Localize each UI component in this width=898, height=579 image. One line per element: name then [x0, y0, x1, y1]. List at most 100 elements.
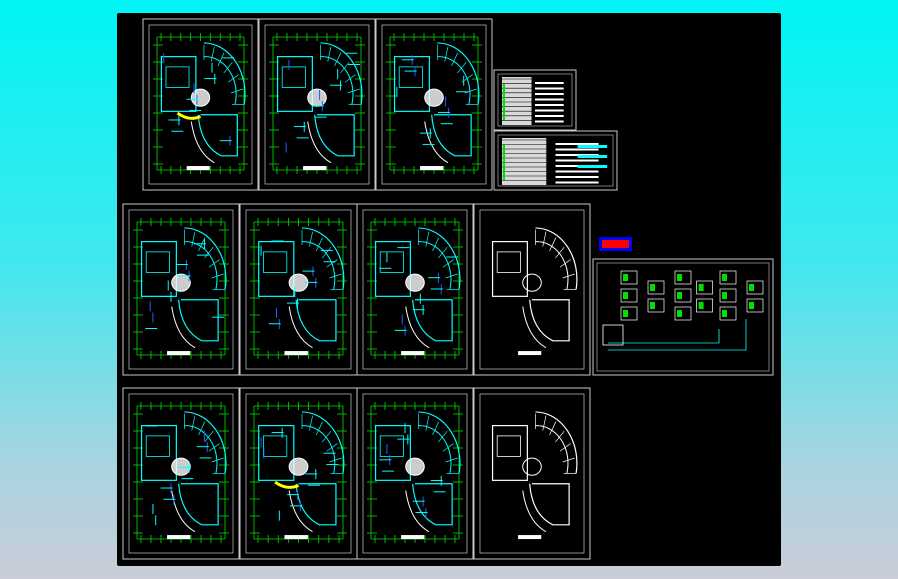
radial-wall	[562, 457, 575, 463]
note-line	[555, 176, 599, 178]
sheet-plan[interactable]	[239, 387, 358, 560]
round-room	[424, 88, 444, 107]
radial-wall	[321, 246, 332, 259]
drawing-sheets[interactable]	[117, 13, 781, 566]
title-block	[401, 535, 425, 540]
curved-wall	[405, 306, 430, 349]
title-block	[167, 351, 191, 356]
radial-wall	[559, 259, 571, 268]
note-line	[535, 93, 564, 95]
panel-symbol	[623, 292, 628, 299]
sheet-plan[interactable]	[473, 203, 591, 376]
note-line	[555, 159, 599, 162]
curved-wall	[418, 411, 461, 474]
radial-wall	[559, 443, 571, 452]
curved-wall	[307, 121, 332, 164]
sheet-plan[interactable]	[356, 203, 474, 376]
wing	[178, 299, 219, 342]
room	[281, 66, 306, 88]
bus-line	[608, 319, 747, 351]
radial-wall	[445, 457, 458, 463]
curved-wall	[535, 227, 578, 290]
legend-table	[502, 138, 547, 185]
room	[262, 251, 288, 273]
radial-wall	[321, 430, 332, 443]
inner-border	[596, 262, 770, 372]
room-block	[140, 425, 177, 481]
curved-wall	[320, 42, 363, 105]
radial-wall	[223, 61, 233, 74]
wing	[197, 114, 238, 157]
sheet-plan[interactable]	[122, 203, 240, 376]
title-block	[518, 535, 542, 540]
riser-diagram	[577, 155, 608, 158]
curved-wall	[437, 42, 480, 105]
radial-wall	[457, 61, 467, 74]
wing	[412, 483, 453, 526]
round-room	[405, 273, 425, 292]
room-block	[374, 425, 411, 481]
round-room	[171, 273, 191, 292]
radial-wall	[555, 246, 565, 259]
title-block	[186, 166, 210, 171]
note-line	[535, 98, 564, 101]
radial-wall	[347, 88, 360, 94]
radial-wall	[542, 415, 547, 431]
sheet-plan[interactable]	[142, 18, 259, 191]
title-block	[420, 166, 444, 171]
sheet-plan[interactable]	[239, 203, 358, 376]
panel-symbol	[749, 302, 754, 309]
sheet-plan[interactable]	[356, 387, 474, 560]
curved-wall	[522, 306, 547, 349]
highlighted-wire	[176, 111, 202, 120]
panel-symbol	[722, 274, 727, 281]
panel-symbol	[698, 302, 704, 309]
wing	[295, 299, 337, 342]
curved-wall	[184, 411, 227, 474]
wing	[431, 114, 472, 157]
cad-drawing-canvas[interactable]	[117, 13, 781, 566]
note-line	[555, 170, 599, 173]
radial-wall	[542, 231, 547, 247]
note-line	[535, 120, 564, 123]
sheet-plan[interactable]	[473, 387, 591, 560]
radial-wall	[204, 430, 214, 443]
radial-wall	[309, 415, 313, 431]
radial-wall	[438, 430, 448, 443]
radial-wall	[210, 46, 215, 62]
wing	[314, 114, 355, 157]
room	[398, 66, 423, 88]
sheet-table[interactable]	[493, 69, 577, 131]
room	[496, 435, 521, 457]
curved-wall	[535, 411, 578, 474]
room	[165, 66, 190, 88]
room	[496, 251, 521, 273]
legend-table	[502, 77, 532, 125]
radial-wall	[326, 259, 338, 268]
radial-wall	[211, 273, 224, 279]
wing	[529, 483, 570, 526]
round-room	[288, 273, 309, 292]
radial-wall	[191, 415, 196, 431]
sheet-table[interactable]	[493, 130, 618, 191]
legend-symbols	[503, 145, 505, 180]
sheet-plan[interactable]	[122, 387, 240, 560]
wing	[412, 299, 453, 342]
room-block	[491, 425, 528, 481]
radial-wall	[442, 259, 454, 268]
room-block	[258, 241, 295, 297]
note-line	[535, 87, 564, 90]
sheet-plan[interactable]	[375, 18, 493, 191]
panel-symbol	[749, 284, 754, 291]
curved-wall	[522, 490, 547, 533]
note-line	[555, 143, 599, 145]
note-line	[555, 181, 599, 184]
radial-wall	[230, 88, 243, 94]
sheet-plan[interactable]	[258, 18, 376, 191]
sheet-marker[interactable]	[599, 237, 632, 251]
sheet-system[interactable]	[592, 258, 774, 376]
radial-wall	[208, 259, 220, 268]
panel-symbol	[623, 310, 628, 317]
round-room	[288, 457, 309, 476]
panel-symbol	[623, 274, 628, 281]
